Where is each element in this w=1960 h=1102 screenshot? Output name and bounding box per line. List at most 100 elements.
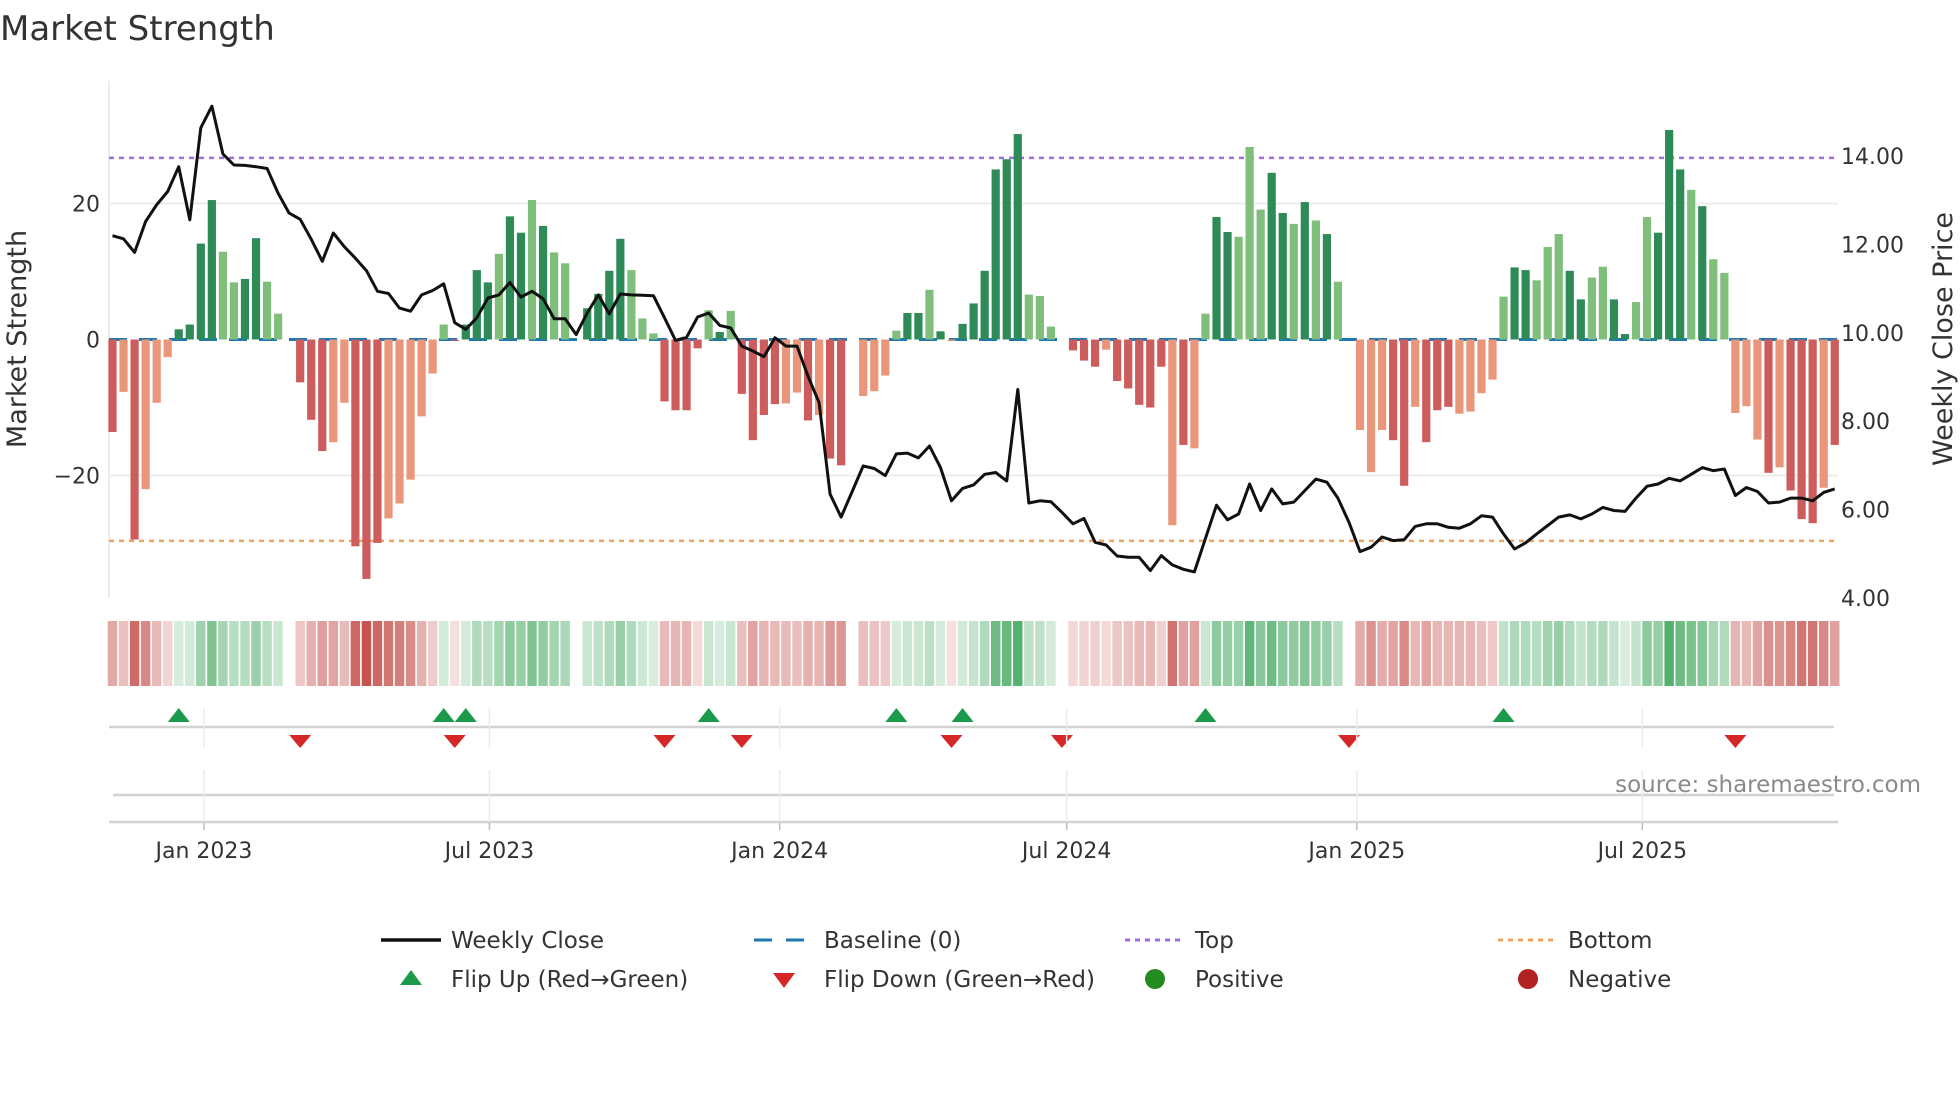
- positive-bar: [627, 270, 636, 340]
- strip-cell: [1465, 621, 1476, 686]
- strip-cell: [1708, 621, 1719, 686]
- strip-cell: [1609, 621, 1619, 686]
- positive-bar: [439, 324, 448, 340]
- strip-cell: [1587, 621, 1597, 686]
- negative-bar: [1068, 339, 1078, 351]
- positive-bar: [1201, 313, 1210, 340]
- x-tick-label: Jul 2025: [1596, 839, 1688, 864]
- positive-bar: [218, 251, 227, 340]
- flip-up-marker: [167, 708, 190, 722]
- positive-bar: [1289, 223, 1298, 340]
- strip-cell: [461, 621, 471, 686]
- flip-down-marker: [940, 735, 963, 748]
- positive-bar: [174, 329, 183, 340]
- strip-cell: [1112, 621, 1122, 686]
- strip-cell: [240, 621, 250, 686]
- strip-cell: [107, 621, 118, 686]
- positive-bar: [207, 200, 216, 340]
- strip-cell: [549, 621, 559, 686]
- legend-label: Weekly Close: [451, 928, 604, 954]
- strip-cell: [836, 621, 846, 686]
- positive-bar: [1598, 266, 1607, 340]
- strip-cell: [659, 621, 670, 686]
- strip-cell: [494, 621, 504, 686]
- strip-cell: [1697, 621, 1707, 686]
- positive-bar: [505, 216, 515, 340]
- negative-bar: [163, 339, 172, 358]
- positive-bar: [958, 323, 967, 340]
- y-tick-label: −20: [54, 465, 100, 490]
- negative-bar: [881, 339, 890, 376]
- strip-cell: [1399, 621, 1409, 686]
- negative-bar: [1753, 339, 1762, 440]
- y-tick-label: 0: [86, 329, 100, 354]
- strip-cell: [902, 621, 913, 686]
- flip-up-marker: [951, 708, 974, 722]
- strip-cell: [185, 621, 195, 686]
- strip-cell: [726, 621, 736, 686]
- negative-bar: [1444, 339, 1453, 407]
- negative-bar: [1786, 339, 1795, 491]
- strip-cell: [714, 621, 725, 686]
- strip-cell: [924, 621, 935, 686]
- negative-bar: [1157, 339, 1166, 367]
- positive-bar: [638, 318, 647, 340]
- legend-label: Baseline (0): [824, 928, 961, 954]
- strip-cell: [979, 621, 990, 686]
- positive-bar: [1300, 202, 1309, 340]
- positive-bar: [185, 324, 194, 340]
- strip-cell: [1024, 621, 1034, 686]
- strip-cell: [1598, 621, 1608, 686]
- negative-bar: [1102, 339, 1111, 350]
- strip-cell: [770, 621, 780, 686]
- positive-bar: [892, 330, 901, 340]
- negative-bar: [1168, 339, 1177, 526]
- flip-down-marker: [289, 735, 312, 748]
- strip-cell: [1322, 621, 1332, 686]
- strip-cell: [692, 621, 703, 686]
- y-axis-label: Market Strength: [2, 230, 33, 448]
- positive-bar: [274, 313, 283, 340]
- x-tick-label: Jul 2023: [443, 839, 535, 864]
- positive-bar: [472, 270, 481, 340]
- positive-bar: [1521, 270, 1530, 340]
- negative-bar: [1400, 339, 1409, 486]
- strip-cell: [1774, 621, 1785, 686]
- strip-cell: [913, 621, 924, 686]
- strip-cell: [880, 621, 891, 686]
- strip-cell: [803, 621, 813, 686]
- flip-up-marker: [885, 708, 908, 722]
- strip-cell: [1565, 621, 1575, 686]
- positive-bar: [616, 238, 625, 340]
- strip-cell: [1531, 621, 1542, 686]
- flip-down-marker: [443, 735, 466, 748]
- strip-cell: [1818, 621, 1829, 686]
- strip-cell: [450, 621, 460, 686]
- negative-bar: [1808, 339, 1817, 524]
- strip-cell: [858, 621, 868, 686]
- negative-bar: [384, 339, 393, 519]
- strip-cell: [229, 621, 239, 686]
- strip-cell: [637, 621, 648, 686]
- negative-bar: [1477, 339, 1486, 394]
- positive-bar: [1245, 146, 1254, 340]
- strip-cell: [1333, 621, 1343, 686]
- negative-bar: [1355, 339, 1365, 430]
- strip-cell: [1244, 621, 1255, 686]
- strip-cell: [1642, 621, 1652, 686]
- strip-cell: [328, 621, 339, 686]
- strip-cell: [1178, 621, 1189, 686]
- strip-cell: [681, 621, 692, 686]
- strength-bars: [108, 129, 1839, 579]
- negative-bar: [1742, 339, 1751, 407]
- negative-bar: [152, 339, 161, 403]
- negative-bar: [1146, 339, 1155, 408]
- strip-cell: [1785, 621, 1796, 686]
- strip-cell: [737, 621, 747, 686]
- positive-bar: [1311, 220, 1320, 340]
- strip-cell: [1454, 621, 1465, 686]
- positive-bar: [969, 303, 978, 340]
- negative-bar: [693, 339, 702, 349]
- legend-label: Flip Up (Red→Green): [451, 967, 688, 993]
- strip-cell: [1002, 621, 1012, 686]
